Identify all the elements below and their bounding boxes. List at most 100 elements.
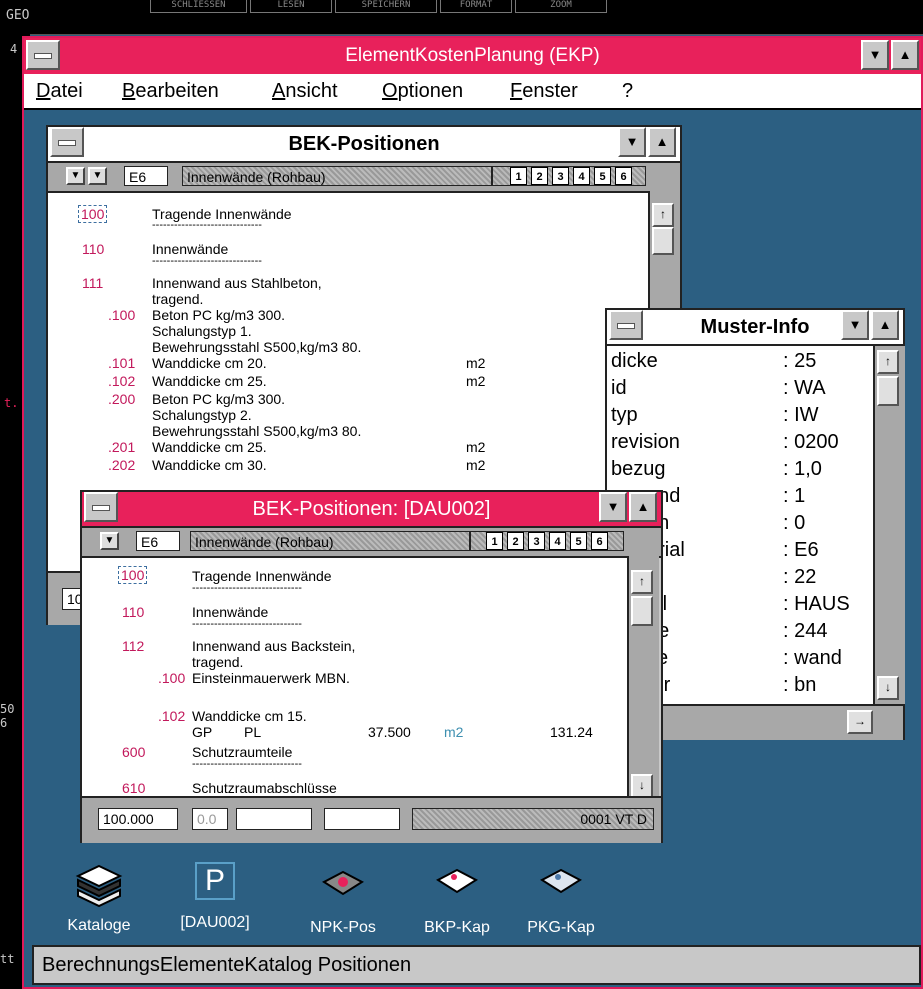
menu-datei[interactable]: Datei (36, 74, 83, 108)
bek-window-title-bar[interactable]: BEK-Positionen ▼ ▲ (48, 127, 680, 163)
scroll-thumb[interactable] (652, 227, 674, 255)
muster-title-bar[interactable]: Muster-Info ▼ ▲ (607, 310, 903, 346)
scroll-right-icon[interactable]: → (847, 710, 873, 734)
muster-maximize-button[interactable]: ▲ (871, 310, 899, 340)
dau002-vertical-scrollbar[interactable]: ↑ ↓ (627, 556, 659, 806)
dau002-minimize-button[interactable]: ▼ (599, 492, 627, 522)
list-item-number[interactable]: 100 (118, 566, 148, 584)
list-item-number[interactable]: 610 (122, 780, 145, 796)
muster-minimize-button[interactable]: ▼ (841, 310, 869, 340)
bek-page-5[interactable]: 5 (594, 167, 611, 185)
dau002-page-5[interactable]: 5 (570, 532, 587, 550)
desktop-icon-pkg[interactable]: PKG-Kap (518, 862, 604, 937)
list-item-text[interactable]: tragend. (192, 654, 243, 670)
list-item-number[interactable]: 600 (122, 744, 145, 760)
bek-down-arrow-icon[interactable]: ▼ (88, 167, 107, 185)
list-item-number[interactable]: .201 (108, 439, 135, 455)
desktop-icon-kataloge[interactable]: Kataloge (56, 862, 142, 935)
list-item-number[interactable]: .202 (108, 457, 135, 473)
dau002-page-2[interactable]: 2 (507, 532, 524, 550)
dau002-status-amount[interactable]: 100.000 (98, 808, 178, 830)
bek-group-field[interactable]: Innenwände (Rohbau) (182, 166, 492, 186)
list-item-text[interactable]: Einsteinmauerwerk MBN. (192, 670, 350, 686)
dau002-maximize-button[interactable]: ▲ (629, 492, 657, 522)
menu-help[interactable]: ? (622, 74, 633, 108)
list-item-text[interactable]: Beton PC kg/m3 300. (152, 391, 285, 407)
list-item-number[interactable]: .100 (108, 307, 135, 323)
muster-vertical-scrollbar[interactable]: ↑ ↓ (873, 346, 905, 704)
scroll-thumb[interactable] (631, 596, 653, 626)
dau002-page-1[interactable]: 1 (486, 532, 503, 550)
console-button-format[interactable]: FORMAT (440, 0, 512, 13)
menu-fenster[interactable]: Fenster (510, 74, 578, 108)
scroll-down-icon[interactable]: ↓ (631, 774, 653, 798)
bek-page-2[interactable]: 2 (531, 167, 548, 185)
list-item-text[interactable]: Schalungstyp 2. (152, 407, 252, 423)
dau002-page-6[interactable]: 6 (591, 532, 608, 550)
dau002-down-arrow-icon[interactable]: ▼ (100, 532, 119, 550)
scroll-thumb[interactable] (877, 376, 899, 406)
main-title-bar[interactable]: ElementKostenPlanung (EKP) ▼ ▲ (24, 38, 921, 74)
list-item-number[interactable]: 112 (122, 638, 144, 654)
dau002-status-field-3[interactable] (236, 808, 312, 830)
menu-ansicht[interactable]: Ansicht (272, 74, 338, 108)
list-item-text[interactable]: Wanddicke cm 30. (152, 457, 267, 473)
system-menu-button[interactable] (26, 40, 60, 70)
list-item-number[interactable]: .200 (108, 391, 135, 407)
list-item-number[interactable]: .102 (158, 708, 185, 724)
list-item-number[interactable]: .100 (158, 670, 185, 686)
dau002-status-zero[interactable]: 0.0 (192, 808, 228, 830)
list-item-number[interactable]: .102 (108, 373, 135, 389)
bek-page-3[interactable]: 3 (552, 167, 569, 185)
list-item-text[interactable]: Schutzraumabschlüsse (192, 780, 337, 796)
muster-system-menu-button[interactable] (609, 310, 643, 340)
dau002-page-4[interactable]: 4 (549, 532, 566, 550)
dau002-group-field[interactable]: Innenwände (Rohbau) (190, 531, 470, 551)
list-item-text[interactable]: Wanddicke cm 25. (152, 373, 267, 389)
list-item-number[interactable]: .101 (108, 355, 135, 371)
scroll-up-icon[interactable]: ↑ (877, 350, 899, 374)
bek-system-menu-button[interactable] (50, 127, 84, 157)
scroll-up-icon[interactable]: ↑ (631, 570, 653, 594)
dau002-title-bar[interactable]: BEK-Positionen: [DAU002] ▼ ▲ (82, 492, 661, 528)
list-item-text[interactable]: Wanddicke cm 20. (152, 355, 267, 371)
list-item-number[interactable]: 100 (78, 205, 108, 223)
dau002-page-3[interactable]: 3 (528, 532, 545, 550)
list-item-text[interactable]: tragend. (152, 291, 203, 307)
bek-maximize-button[interactable]: ▲ (648, 127, 676, 157)
list-item-text[interactable]: Innenwand aus Backstein, (192, 638, 355, 654)
list-item-number[interactable]: 111 (82, 275, 103, 291)
menu-optionen[interactable]: Optionen (382, 74, 463, 108)
list-item-text[interactable]: Wanddicke cm 25. (152, 439, 267, 455)
list-item-number[interactable]: 110 (82, 241, 104, 257)
console-button-read[interactable]: LESEN (250, 0, 332, 13)
maximize-button[interactable]: ▲ (891, 40, 919, 70)
console-button-save[interactable]: SPEICHERN (335, 0, 437, 13)
console-button-close[interactable]: SCHLIESSEN (150, 0, 247, 13)
bek-page-1[interactable]: 1 (510, 167, 527, 185)
list-item-text[interactable]: Bewehrungsstahl S500,kg/m3 80. (152, 423, 361, 439)
minimize-button[interactable]: ▼ (861, 40, 889, 70)
list-item-number[interactable]: 110 (122, 604, 144, 620)
bek-page-4[interactable]: 4 (573, 167, 590, 185)
dau002-system-menu-button[interactable] (84, 492, 118, 522)
list-item-text[interactable]: Beton PC kg/m3 300. (152, 307, 285, 323)
bek-page-6[interactable]: 6 (615, 167, 632, 185)
dau002-status-field-4[interactable] (324, 808, 400, 830)
menu-bearbeiten[interactable]: Bearbeiten (122, 74, 219, 108)
scroll-down-icon[interactable]: ↓ (877, 676, 899, 700)
bek-down-arrow-icon[interactable]: ▼ (66, 167, 85, 185)
console-button-zoom[interactable]: ZOOM (515, 0, 607, 13)
list-item-unit: m2 (466, 439, 486, 455)
scroll-up-icon[interactable]: ↑ (652, 203, 674, 227)
desktop-icon-bkp[interactable]: BKP-Kap (414, 862, 500, 937)
bek-code-field[interactable]: E6 (124, 166, 168, 186)
bek-minimize-button[interactable]: ▼ (618, 127, 646, 157)
list-item-text[interactable]: Bewehrungsstahl S500,kg/m3 80. (152, 339, 361, 355)
list-item-text[interactable]: Schalungstyp 1. (152, 323, 252, 339)
desktop-icon-npk[interactable]: NPK-Pos (300, 862, 386, 937)
dau002-code-field[interactable]: E6 (136, 531, 180, 551)
list-item-text[interactable]: Innenwand aus Stahlbeton, (152, 275, 322, 291)
list-item-text[interactable]: Wanddicke cm 15. (192, 708, 307, 724)
desktop-icon-dau002[interactable]: P [DAU002] (170, 862, 260, 932)
